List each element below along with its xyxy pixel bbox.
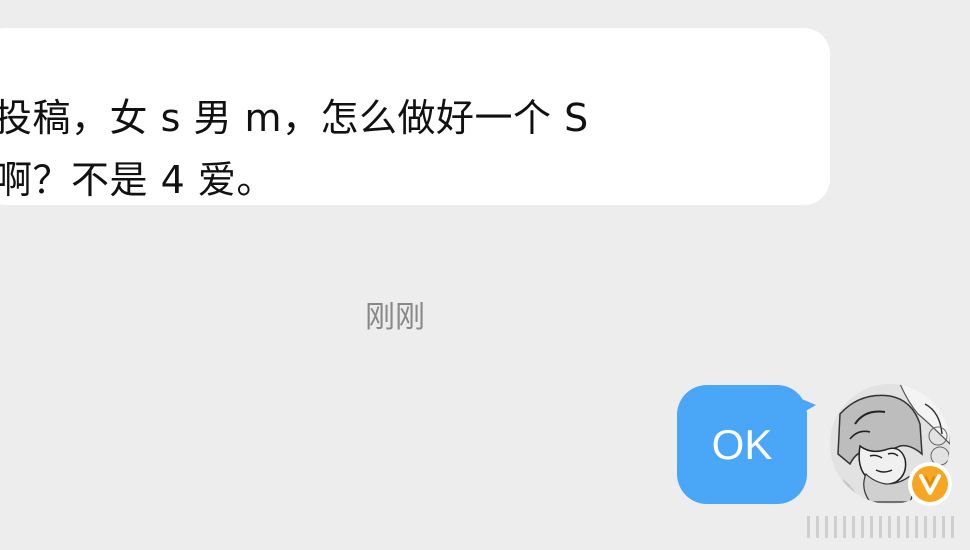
incoming-message-text: 投稿，女 s 男 m，怎么做好一个 S 啊？不是 4 爱。 — [0, 96, 589, 202]
verified-badge — [908, 462, 952, 506]
outgoing-message-bubble[interactable]: OK — [677, 385, 807, 504]
incoming-message-bubble[interactable]: 投稿，女 s 男 m，怎么做好一个 S 啊？不是 4 爱。 — [0, 28, 830, 205]
chat-screen: 投稿，女 s 男 m，怎么做好一个 S 啊？不是 4 爱。 刚刚 OK — [0, 0, 970, 550]
verified-v-badge-icon — [912, 466, 948, 502]
outgoing-message-text: OK — [711, 421, 773, 468]
message-timestamp: 刚刚 — [365, 300, 425, 335]
